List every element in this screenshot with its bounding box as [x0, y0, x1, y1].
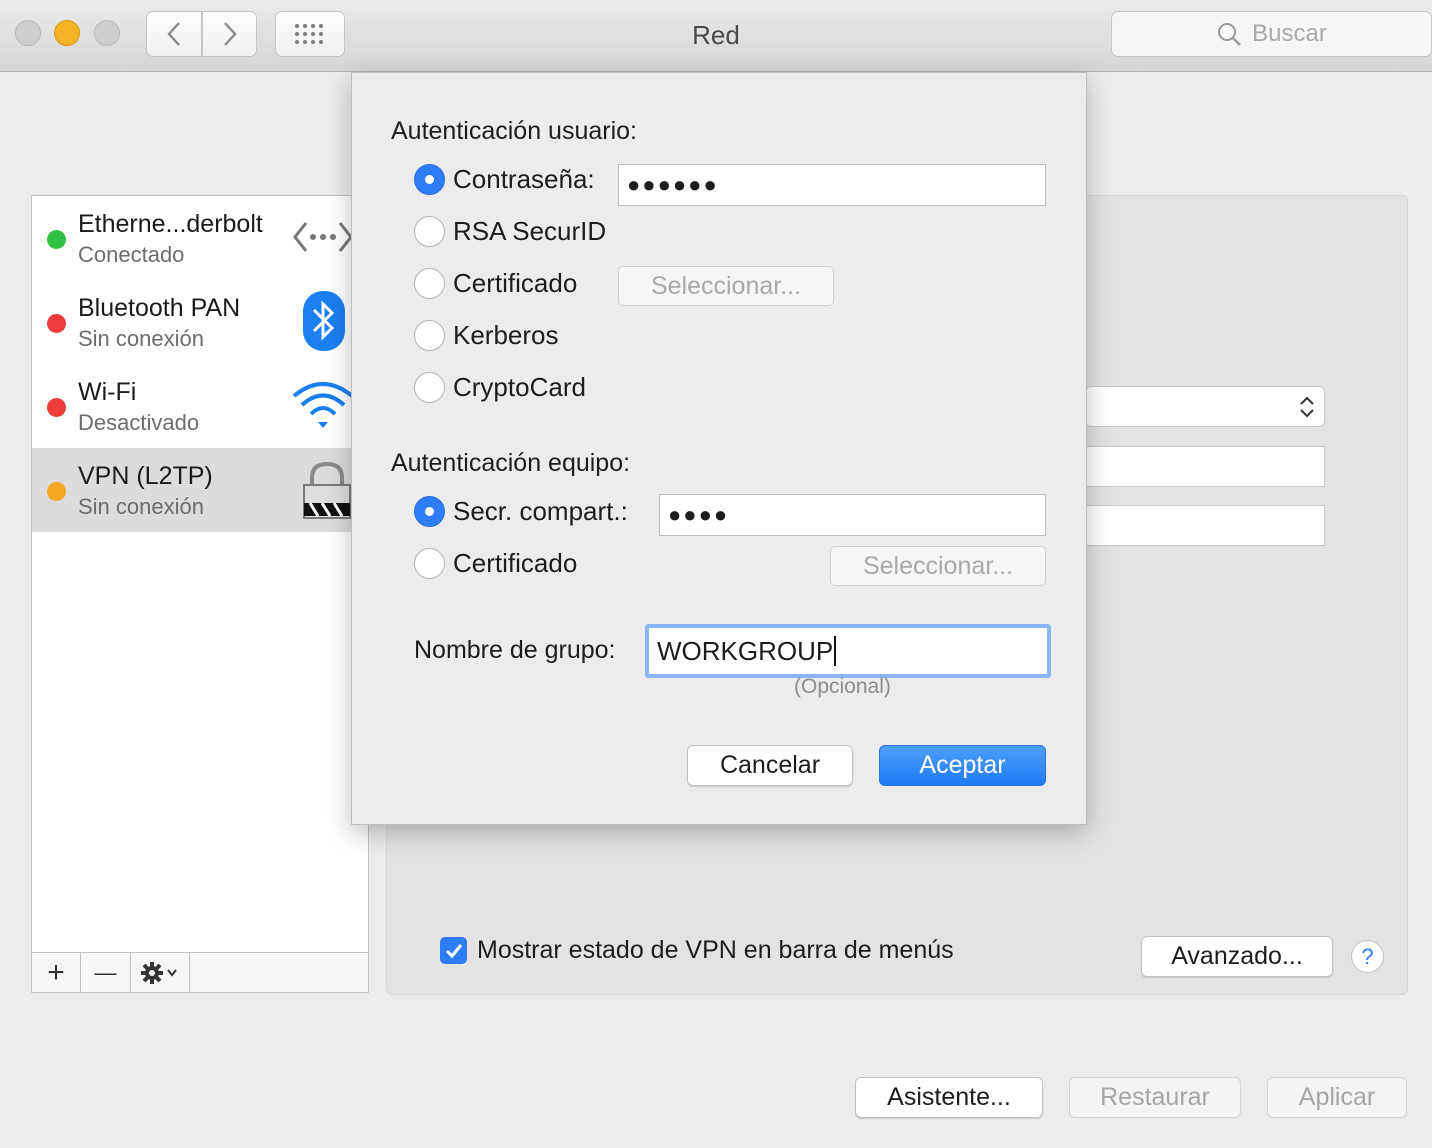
group-name-label: Nombre de grupo:: [414, 636, 616, 664]
status-dot: [47, 398, 66, 417]
auth-option-password[interactable]: Contraseña:: [414, 164, 595, 195]
service-item-wifi[interactable]: Wi-Fi Desactivado: [32, 364, 368, 448]
list-toolbar: + —: [32, 952, 368, 992]
configuration-select[interactable]: [1085, 386, 1325, 427]
radio-button[interactable]: [414, 548, 445, 579]
action-menu-button[interactable]: [131, 953, 190, 992]
search-placeholder: Buscar: [1252, 20, 1327, 47]
auth-option-label: RSA SecurID: [453, 216, 607, 246]
server-address-field[interactable]: [1085, 446, 1325, 487]
network-services-list: Etherne...derbolt Conectado Bluetooth PA…: [31, 195, 369, 993]
auth-option-cryptocard[interactable]: CryptoCard: [414, 372, 586, 403]
accept-button[interactable]: Aceptar: [879, 745, 1046, 786]
machine-auth-label: Certificado: [453, 548, 578, 578]
password-value: ●●●●●●: [627, 172, 719, 197]
checkmark-icon: [445, 943, 462, 958]
remove-service-button[interactable]: —: [81, 953, 131, 992]
status-dot: [47, 482, 66, 501]
radio-button[interactable]: [414, 268, 445, 299]
show-vpn-status-checkbox[interactable]: [440, 937, 467, 964]
show-vpn-status-label: Mostrar estado de VPN en barra de menús: [477, 936, 954, 964]
radio-button[interactable]: [414, 216, 445, 247]
wifi-icon: [292, 382, 354, 428]
ethernet-icon: [293, 222, 353, 252]
text-caret: [834, 636, 837, 666]
service-name: Wi-Fi: [78, 378, 137, 406]
cancel-button[interactable]: Cancelar: [687, 745, 853, 786]
auth-option-label: CryptoCard: [453, 372, 586, 402]
assistant-button[interactable]: Asistente...: [855, 1077, 1043, 1118]
revert-button[interactable]: Restaurar: [1069, 1077, 1241, 1118]
chevron-updown-icon: [1300, 396, 1314, 418]
service-item-bluetooth[interactable]: Bluetooth PAN Sin conexión: [32, 280, 368, 364]
user-auth-title: Autenticación usuario:: [391, 117, 637, 145]
service-name: VPN (L2TP): [78, 462, 213, 490]
authentication-settings-sheet: Autenticación usuario: Contraseña: ●●●●●…: [351, 72, 1087, 825]
title-bar: Red Buscar: [0, 0, 1432, 72]
service-status: Conectado: [78, 242, 185, 267]
service-name: Bluetooth PAN: [78, 294, 241, 322]
search-field[interactable]: Buscar: [1111, 11, 1432, 57]
shared-secret-field[interactable]: ●●●●: [659, 494, 1046, 536]
add-service-button[interactable]: +: [32, 953, 81, 992]
service-status: Desactivado: [78, 410, 200, 435]
shared-secret-value: ●●●●: [668, 502, 730, 527]
machine-auth-certificate[interactable]: Certificado: [414, 548, 577, 579]
select-machine-certificate-button[interactable]: Seleccionar...: [830, 546, 1046, 586]
password-field[interactable]: ●●●●●●: [618, 164, 1046, 206]
service-status: Sin conexión: [78, 326, 204, 351]
show-vpn-status-row[interactable]: Mostrar estado de VPN en barra de menús: [440, 936, 954, 965]
vpn-lock-icon: [303, 461, 351, 519]
select-certificate-button[interactable]: Seleccionar...: [618, 266, 834, 306]
group-name-field[interactable]: WORKGROUP: [645, 624, 1051, 678]
account-name-field[interactable]: [1085, 505, 1325, 546]
search-icon: [1218, 23, 1241, 46]
radio-button[interactable]: [414, 320, 445, 351]
auth-option-certificate[interactable]: Certificado: [414, 268, 577, 299]
machine-auth-label: Secr. compart.:: [453, 496, 628, 526]
auth-option-label: Kerberos: [453, 320, 559, 350]
service-name: Etherne...derbolt: [78, 210, 263, 238]
machine-auth-title: Autenticación equipo:: [391, 449, 631, 477]
group-name-value: WORKGROUP: [657, 635, 834, 666]
service-item-vpn[interactable]: VPN (L2TP) Sin conexión: [32, 448, 368, 532]
status-dot: [47, 314, 66, 333]
auth-option-label: Certificado: [453, 268, 578, 298]
radio-button-selected[interactable]: [414, 496, 445, 527]
service-item-ethernet[interactable]: Etherne...derbolt Conectado: [32, 196, 368, 280]
bluetooth-icon: [303, 291, 345, 351]
auth-option-label: Contraseña:: [453, 164, 595, 194]
machine-auth-shared-secret[interactable]: Secr. compart.:: [414, 496, 628, 527]
auth-option-kerberos[interactable]: Kerberos: [414, 320, 559, 351]
advanced-button[interactable]: Avanzado...: [1141, 936, 1333, 977]
service-status: Sin conexión: [78, 494, 204, 519]
radio-button[interactable]: [414, 372, 445, 403]
group-name-hint: (Opcional): [794, 675, 891, 698]
gear-icon: [141, 961, 177, 984]
status-dot: [47, 230, 66, 249]
auth-option-rsa[interactable]: RSA SecurID: [414, 216, 606, 247]
apply-button[interactable]: Aplicar: [1267, 1077, 1407, 1118]
help-button[interactable]: ?: [1351, 940, 1384, 973]
radio-button-selected[interactable]: [414, 164, 445, 195]
